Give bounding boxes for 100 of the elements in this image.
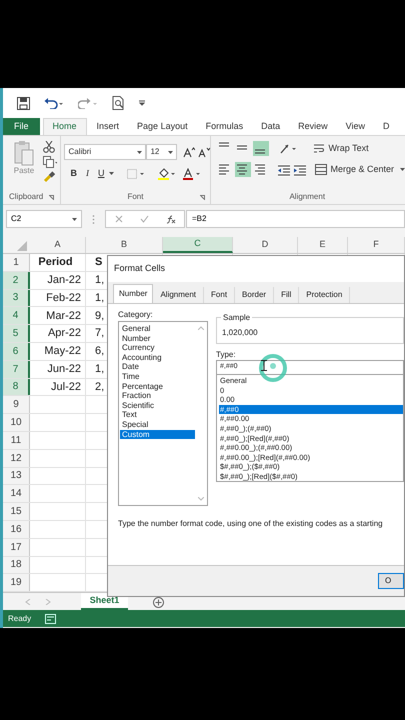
wrap-text-button[interactable]: Wrap Text	[313, 142, 369, 156]
ribbon-tab[interactable]: D	[375, 118, 398, 135]
row-header[interactable]: 1	[3, 254, 30, 271]
orientation-icon[interactable]	[279, 142, 298, 154]
wrap-text-icon	[313, 143, 326, 154]
merge-center-button[interactable]: Merge & Center	[315, 162, 405, 176]
enter-check-icon[interactable]	[140, 215, 148, 223]
macro-record-icon[interactable]	[45, 614, 56, 624]
scissors-icon[interactable]	[43, 141, 55, 153]
font-color-icon[interactable]	[183, 168, 202, 180]
row-header[interactable]: 14	[3, 485, 30, 502]
row-header[interactable]: 7	[3, 360, 30, 378]
clipboard-icon	[14, 140, 34, 166]
row-header[interactable]: 12	[3, 450, 30, 467]
align-center-icon[interactable]	[235, 162, 252, 177]
bold-button[interactable]: B	[69, 167, 78, 180]
underline-button[interactable]: U	[96, 167, 106, 180]
caret-icon	[400, 168, 405, 171]
font-name-field[interactable]: Calibri	[64, 144, 146, 160]
dialog-tab[interactable]: Number	[113, 284, 154, 303]
row-header[interactable]: 2	[3, 272, 30, 289]
save-icon[interactable]	[17, 96, 30, 110]
text-cursor-icon	[261, 360, 267, 371]
row-header[interactable]: 11	[3, 432, 30, 449]
insert-function-icon[interactable]	[166, 214, 176, 224]
undo-icon[interactable]	[44, 97, 64, 109]
cursor-highlight-icon	[258, 353, 288, 383]
decrease-indent-icon[interactable]	[277, 164, 292, 176]
shrink-font-icon[interactable]	[198, 146, 210, 158]
increase-indent-icon[interactable]	[293, 164, 308, 176]
row-header[interactable]: 6	[3, 342, 30, 360]
new-sheet-icon[interactable]	[153, 597, 164, 608]
row-header[interactable]: 4	[3, 307, 30, 324]
italic-button[interactable]: I	[84, 167, 90, 180]
list-item[interactable]: Special	[120, 420, 195, 430]
caret-icon	[137, 150, 142, 154]
caret-icon	[168, 150, 174, 154]
category-list[interactable]: General Number Currency Accounting Date Time Percentage Fraction Scientific Text Special Custom	[118, 321, 208, 506]
dialog-tab[interactable]: Alignment	[153, 287, 204, 303]
row-header[interactable]: 3	[3, 290, 30, 306]
font-size-field[interactable]: 12	[146, 144, 178, 160]
row-header[interactable]: 5	[3, 325, 30, 342]
row-header[interactable]: 17	[3, 538, 30, 556]
file-tab[interactable]: File	[3, 118, 40, 135]
merge-cells-icon	[315, 164, 328, 175]
row-header[interactable]: 10	[3, 414, 30, 431]
dialog-tab[interactable]: Protection	[299, 287, 350, 303]
column-header[interactable]: E	[298, 237, 348, 253]
grip-icon	[92, 214, 95, 224]
fill-color-icon[interactable]	[158, 168, 176, 180]
dialog-tab[interactable]: Fill	[274, 287, 300, 303]
ribbon-tab[interactable]: Page Layout	[129, 118, 196, 135]
dialog-launcher-icon[interactable]	[49, 194, 54, 200]
ribbon-tab[interactable]: Insert	[88, 118, 128, 135]
formula-value: =B2	[192, 213, 206, 225]
bottom-align-icon[interactable]	[253, 141, 270, 156]
column-header[interactable]: D	[233, 237, 298, 253]
dialog-launcher-icon[interactable]	[200, 194, 206, 200]
group-label: Alignment	[289, 191, 326, 203]
column-header[interactable]: A	[30, 237, 86, 253]
print-preview-icon[interactable]	[112, 96, 125, 110]
table-cell: Period	[30, 254, 86, 271]
copy-icon[interactable]	[43, 156, 57, 168]
dialog-tab[interactable]: Border	[235, 287, 274, 303]
caret-icon[interactable]	[109, 172, 114, 176]
row-header[interactable]: 13	[3, 468, 30, 484]
redo-icon[interactable]	[78, 97, 98, 109]
list-item[interactable]: Custom	[120, 430, 195, 440]
status-text: Ready	[8, 612, 32, 625]
ok-button[interactable]: O	[378, 573, 404, 589]
field-label: Category:	[118, 309, 153, 321]
ribbon-tab[interactable]: Formulas	[198, 118, 252, 135]
table-cell: Feb-22	[30, 290, 86, 306]
customize-caret-icon[interactable]	[139, 100, 145, 106]
group-label: Font	[127, 191, 144, 203]
ribbon-tab[interactable]: Review	[290, 118, 336, 135]
row-header[interactable]: 8	[3, 378, 30, 396]
field-label: Type:	[216, 349, 236, 360]
row-header[interactable]: 9	[3, 396, 30, 414]
row-header[interactable]: 19	[3, 574, 30, 592]
row-header[interactable]: 15	[3, 503, 30, 520]
table-cell: Jan-22	[30, 272, 86, 289]
group-label: Clipboard	[9, 191, 44, 203]
font-size-value: 12	[150, 146, 160, 158]
formula-field[interactable]: =B2	[186, 210, 405, 228]
row-header[interactable]: 18	[3, 556, 30, 574]
paintbrush-icon[interactable]	[43, 171, 55, 183]
ribbon-tab[interactable]: Home	[42, 118, 87, 135]
list-item[interactable]: Scientific	[120, 400, 195, 410]
caret-icon	[72, 218, 77, 220]
ribbon-tab[interactable]: Data	[253, 118, 288, 135]
ribbon-tab[interactable]: View	[338, 118, 373, 135]
table-cell: Apr-22	[30, 325, 86, 342]
column-header[interactable]: F	[348, 237, 405, 253]
row-header[interactable]: 16	[3, 520, 30, 538]
column-header[interactable]: C	[163, 237, 233, 253]
name-box[interactable]: C2	[6, 210, 82, 228]
grow-font-icon[interactable]	[183, 146, 196, 158]
dialog-tab[interactable]: Font	[204, 287, 236, 303]
list-item[interactable]: Text	[120, 410, 195, 420]
